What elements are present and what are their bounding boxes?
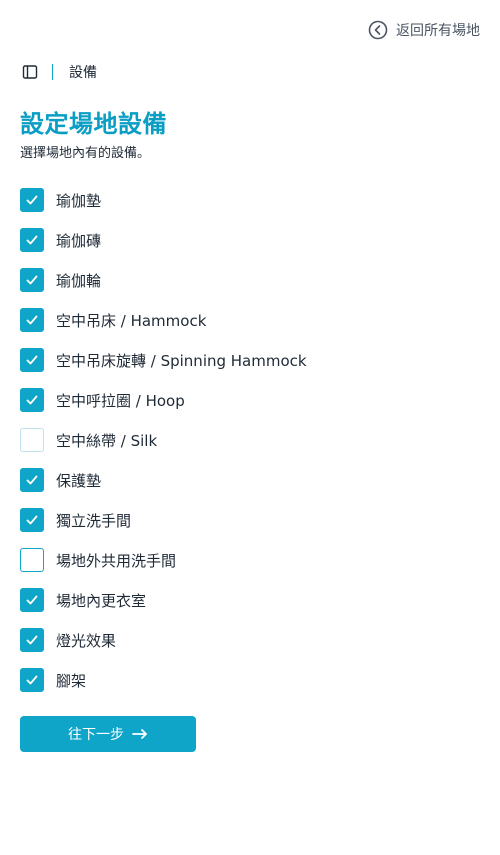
next-step-button[interactable]: 往下一步 xyxy=(20,716,196,752)
equipment-checkbox[interactable] xyxy=(20,388,44,412)
equipment-checkbox[interactable] xyxy=(20,628,44,652)
equipment-label: 瑜伽磚 xyxy=(56,231,102,250)
equipment-item[interactable]: 空中吊床旋轉 / Spinning Hammock xyxy=(20,340,480,380)
chevron-left-circle-icon xyxy=(368,20,388,40)
equipment-item[interactable]: 腳架 xyxy=(20,660,480,700)
breadcrumb-current: 設備 xyxy=(69,65,97,81)
equipment-item[interactable]: 瑜伽墊 xyxy=(20,180,480,220)
equipment-label: 空中吊床旋轉 / Spinning Hammock xyxy=(56,351,307,370)
back-link-label: 返回所有場地 xyxy=(396,23,480,39)
equipment-item[interactable]: 瑜伽輪 xyxy=(20,260,480,300)
equipment-item[interactable]: 保護墊 xyxy=(20,460,480,500)
equipment-label: 腳架 xyxy=(56,671,87,690)
check-icon xyxy=(26,235,38,245)
check-icon xyxy=(26,635,38,645)
check-icon xyxy=(26,195,38,205)
check-icon xyxy=(26,395,38,405)
back-to-all-venues-link[interactable]: 返回所有場地 xyxy=(368,20,480,40)
page-subtitle: 選擇場地內有的設備。 xyxy=(20,146,151,161)
equipment-checkbox[interactable] xyxy=(20,548,44,572)
sidebar-toggle-icon[interactable] xyxy=(22,64,38,80)
equipment-item[interactable]: 場地內更衣室 xyxy=(20,580,480,620)
equipment-checkbox[interactable] xyxy=(20,188,44,212)
equipment-item[interactable]: 瑜伽磚 xyxy=(20,220,480,260)
equipment-label: 燈光效果 xyxy=(56,631,117,650)
breadcrumb: 設備 xyxy=(22,62,97,82)
equipment-checkbox[interactable] xyxy=(20,588,44,612)
equipment-list: 瑜伽墊瑜伽磚瑜伽輪空中吊床 / Hammock 空中吊床旋轉 / Spinning… xyxy=(20,180,480,700)
next-step-label: 往下一步 xyxy=(68,727,124,743)
check-icon xyxy=(26,595,38,605)
check-icon xyxy=(26,275,38,285)
equipment-checkbox[interactable] xyxy=(20,268,44,292)
equipment-checkbox[interactable] xyxy=(20,468,44,492)
equipment-label: 場地內更衣室 xyxy=(56,591,147,610)
check-icon xyxy=(26,515,38,525)
equipment-checkbox[interactable] xyxy=(20,668,44,692)
equipment-item[interactable]: 獨立洗手間 xyxy=(20,500,480,540)
check-icon xyxy=(26,675,38,685)
equipment-checkbox[interactable] xyxy=(20,508,44,532)
check-icon xyxy=(26,355,38,365)
equipment-label: 獨立洗手間 xyxy=(56,511,132,530)
breadcrumb-divider xyxy=(52,64,53,80)
arrow-right-icon xyxy=(132,728,148,740)
equipment-item[interactable]: 場地外共用洗手間 xyxy=(20,540,480,580)
page-title: 設定場地設備 xyxy=(20,110,167,138)
equipment-label: 空中絲帶 / Silk xyxy=(56,431,158,450)
equipment-item[interactable]: 空中絲帶 / Silk xyxy=(20,420,480,460)
equipment-checkbox[interactable] xyxy=(20,308,44,332)
equipment-label: 瑜伽墊 xyxy=(56,191,102,210)
equipment-item[interactable]: 空中吊床 / Hammock xyxy=(20,300,480,340)
equipment-checkbox[interactable] xyxy=(20,428,44,452)
equipment-label: 空中吊床 / Hammock xyxy=(56,311,207,330)
equipment-checkbox[interactable] xyxy=(20,228,44,252)
equipment-item[interactable]: 空中呼拉圈 / Hoop xyxy=(20,380,480,420)
check-icon xyxy=(26,315,38,325)
equipment-label: 保護墊 xyxy=(56,471,102,490)
equipment-label: 場地外共用洗手間 xyxy=(56,551,177,570)
equipment-label: 空中呼拉圈 / Hoop xyxy=(56,391,185,410)
check-icon xyxy=(26,475,38,485)
page: 返回所有場地 設備 設定場地設備 選擇場地內有的設備。 瑜伽墊瑜伽磚瑜伽輪空中吊… xyxy=(0,0,500,855)
equipment-item[interactable]: 燈光效果 xyxy=(20,620,480,660)
equipment-label: 瑜伽輪 xyxy=(56,271,102,290)
equipment-checkbox[interactable] xyxy=(20,348,44,372)
